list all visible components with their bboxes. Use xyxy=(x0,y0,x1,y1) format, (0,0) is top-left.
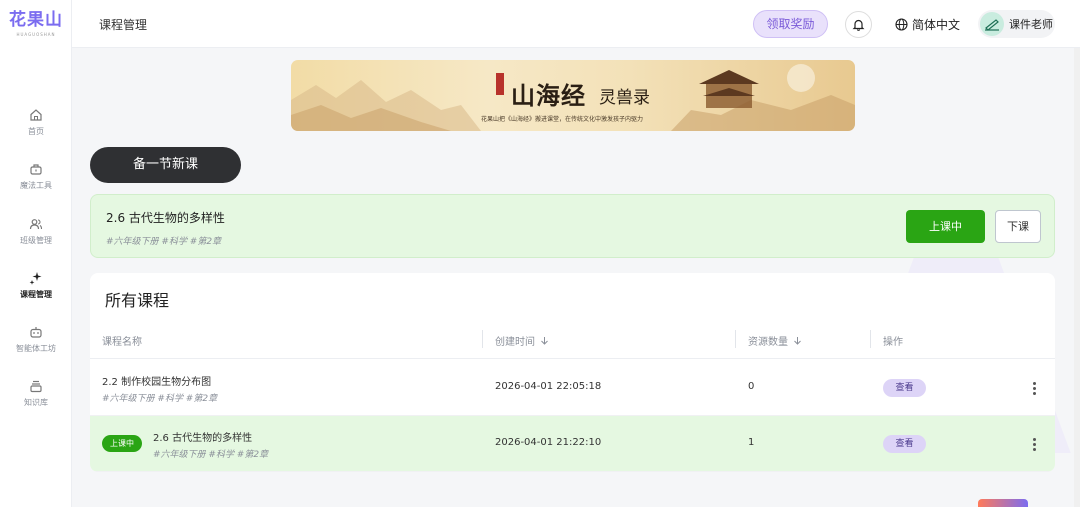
banner-title: 山海经 xyxy=(511,81,586,110)
column-header-created[interactable]: 创建时间 xyxy=(495,333,549,348)
banner-caption: 花果山把《山海经》搬进课堂，在传统文化中激发孩子内驱力 xyxy=(481,116,644,123)
course-list-title: 所有课程 xyxy=(105,291,170,310)
column-header-resources[interactable]: 资源数量 xyxy=(748,333,802,348)
sidebar-item-class-management[interactable]: 班级管理 xyxy=(0,217,72,261)
more-dot xyxy=(1032,437,1036,441)
sidebar-item-label: 课程管理 xyxy=(20,290,52,299)
bell-icon xyxy=(852,19,865,31)
language-label: 简体中文 xyxy=(912,17,961,32)
more-dot xyxy=(1032,442,1036,446)
view-course-button[interactable]: 查看 xyxy=(883,435,926,453)
more-options-button[interactable] xyxy=(1029,378,1039,398)
column-header-actions: 操作 xyxy=(883,337,903,348)
course-tags: #六年级下册 #科学 #第2章 xyxy=(102,394,218,404)
course-name: 2.6 古代生物的多样性 xyxy=(153,433,253,444)
course-name: 2.2 制作校园生物分布图 xyxy=(102,377,212,388)
sidebar-item-label: 班级管理 xyxy=(20,236,52,245)
course-created-time: 2026-04-01 22:05:18 xyxy=(495,381,602,392)
sidebar: 花果山 HUAGUOSHAN 首页 魔法工具 班级管理 课程管理 智能体工坊 知… xyxy=(0,0,72,507)
magic-toolbox-icon xyxy=(30,164,42,175)
notification-button[interactable] xyxy=(845,11,872,38)
page-scrollbar[interactable] xyxy=(1074,48,1080,507)
column-divider xyxy=(482,330,483,348)
table-row[interactable]: 上课中 2.6 古代生物的多样性 #六年级下册 #科学 #第2章 2026-04… xyxy=(90,416,1055,472)
sidebar-item-label: 智能体工坊 xyxy=(16,344,56,353)
sidebar-item-label: 首页 xyxy=(28,127,44,136)
language-switcher[interactable]: 简体中文 xyxy=(895,15,960,33)
sidebar-item-course-management[interactable]: 课程管理 xyxy=(0,271,72,315)
user-name: 课件老师 xyxy=(1009,18,1053,31)
globe-icon xyxy=(895,17,908,31)
course-resource-count: 1 xyxy=(748,437,755,448)
page-title: 课程管理 xyxy=(99,18,148,32)
user-menu[interactable]: 课件老师 xyxy=(978,10,1055,38)
table-header: 课程名称 创建时间 资源数量 操作 xyxy=(90,319,1055,359)
sort-arrow-icon xyxy=(541,337,548,345)
in-class-badge: 上课中 xyxy=(102,435,142,452)
sidebar-item-home[interactable]: 首页 xyxy=(0,108,72,152)
banner-subtitle: 灵兽录 xyxy=(599,88,650,108)
in-class-button[interactable]: 上课中 xyxy=(906,210,985,243)
logo-subtext: HUAGUOSHAN xyxy=(16,32,56,37)
current-lesson-title: 2.6 古代生物的多样性 xyxy=(106,211,225,225)
more-dot xyxy=(1032,381,1036,385)
end-class-button[interactable]: 下课 xyxy=(995,210,1041,243)
users-icon xyxy=(29,219,43,230)
avatar-icon xyxy=(985,19,999,31)
sidebar-item-label: 魔法工具 xyxy=(20,181,52,190)
column-divider xyxy=(870,330,871,348)
column-header-name: 课程名称 xyxy=(102,337,142,348)
promo-banner[interactable]: 山海经 灵兽录 花果山把《山海经》搬进课堂，在传统文化中激发孩子内驱力 xyxy=(291,60,855,131)
more-dot xyxy=(1032,386,1036,390)
logo-text: 花果山 xyxy=(9,10,63,30)
prepare-new-lesson-button[interactable]: 备一节新课 xyxy=(90,147,241,183)
logo[interactable]: 花果山 HUAGUOSHAN xyxy=(8,10,64,37)
column-divider xyxy=(735,330,736,348)
more-options-button[interactable] xyxy=(1029,434,1039,454)
avatar xyxy=(980,12,1004,36)
table-row[interactable]: 2.2 制作校园生物分布图 #六年级下册 #科学 #第2章 2026-04-01… xyxy=(90,360,1055,416)
view-course-button[interactable]: 查看 xyxy=(883,379,926,397)
stack-icon xyxy=(30,380,42,393)
sidebar-item-magic-tools[interactable]: 魔法工具 xyxy=(0,162,72,206)
current-lesson-tags: #六年级下册 #科学 #第2章 xyxy=(106,237,222,247)
sidebar-item-knowledge-base[interactable]: 知识库 xyxy=(0,379,72,423)
sidebar-item-agent-workshop[interactable]: 智能体工坊 xyxy=(0,325,72,369)
more-dot xyxy=(1032,391,1036,395)
home-icon xyxy=(30,109,42,121)
course-tags: #六年级下册 #科学 #第2章 xyxy=(153,450,269,460)
sparkles-icon xyxy=(29,272,42,285)
claim-reward-button[interactable]: 领取奖励 xyxy=(753,10,828,38)
course-created-time: 2026-04-01 21:22:10 xyxy=(495,437,602,448)
course-list-card: 所有课程 课程名称 创建时间 资源数量 操作 2.2 制作校园生物分布图 #六年… xyxy=(90,273,1055,472)
banner-seal xyxy=(496,73,504,95)
course-resource-count: 0 xyxy=(748,381,755,392)
sidebar-item-label: 知识库 xyxy=(24,398,48,407)
current-lesson-card: 2.6 古代生物的多样性 #六年级下册 #科学 #第2章 上课中 下课 xyxy=(90,194,1055,258)
floating-assistant-button[interactable] xyxy=(978,499,1028,507)
robot-icon xyxy=(30,327,42,338)
sort-arrow-icon xyxy=(794,337,801,345)
more-dot xyxy=(1032,447,1036,451)
top-header: 课程管理 领取奖励 简体中文 课件老师 xyxy=(72,0,1080,48)
